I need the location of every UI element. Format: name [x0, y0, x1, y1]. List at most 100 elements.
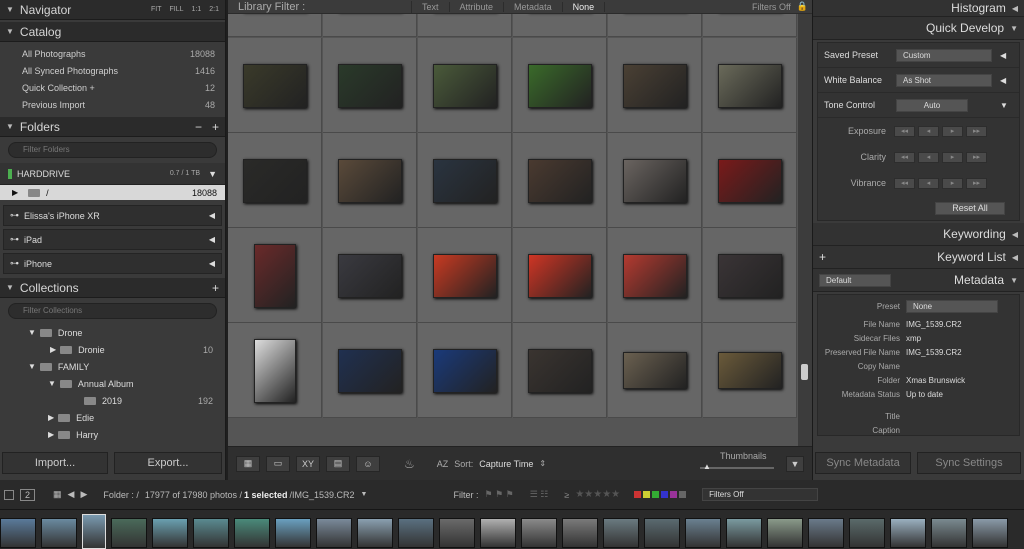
filmstrip-thumbnail[interactable]: [685, 518, 721, 548]
grid-cell[interactable]: [513, 323, 607, 418]
grid-cell[interactable]: [228, 228, 322, 323]
folders-header[interactable]: ▼ Folders − +: [0, 117, 225, 137]
plus-icon[interactable]: +: [212, 120, 219, 134]
photo-thumbnail[interactable]: [338, 63, 402, 108]
catalog-item-all-synced[interactable]: All Synced Photographs 1416: [0, 62, 225, 79]
star-rating[interactable]: ★★★★★: [575, 489, 620, 500]
keyword-list-header[interactable]: + Keyword List ◀: [813, 246, 1024, 269]
lock-icon[interactable]: 🔒: [797, 1, 808, 12]
metadata-value[interactable]: IMG_1539.CR2: [906, 320, 962, 329]
grid-cell[interactable]: [513, 14, 607, 37]
grid-cell[interactable]: [418, 133, 512, 228]
grid-cell[interactable]: [228, 14, 322, 37]
collection-drone[interactable]: ▼ Drone: [0, 324, 225, 341]
zoom-fill[interactable]: FILL: [170, 6, 184, 13]
white-balance-select[interactable]: As Shot: [896, 73, 992, 87]
metadata-value[interactable]: IMG_1539.CR2: [906, 348, 962, 357]
grid-cell[interactable]: [513, 228, 607, 323]
photo-thumbnail[interactable]: [338, 348, 402, 393]
grid-cell[interactable]: [228, 133, 322, 228]
forward-arrow-icon[interactable]: ▶: [80, 489, 87, 500]
collection-harry[interactable]: ▶ Harry: [0, 426, 225, 443]
grid-cell[interactable]: [703, 133, 797, 228]
vibrance-double-down-button[interactable]: ◂◂: [894, 177, 915, 189]
filmstrip-thumbnail[interactable]: [849, 518, 885, 548]
triangle-left-icon[interactable]: ◀: [1000, 76, 1006, 85]
sort-select[interactable]: Capture Time: [479, 459, 533, 469]
filter-tab-metadata[interactable]: Metadata: [504, 1, 563, 12]
filmstrip-thumbnail[interactable]: [644, 518, 680, 548]
photo-thumbnail[interactable]: [623, 253, 687, 298]
metadata-value[interactable]: xmp: [906, 334, 921, 343]
compare-view-icon[interactable]: XY: [296, 455, 320, 472]
secondary-window-button[interactable]: 2: [20, 488, 36, 501]
exposure-up-button[interactable]: ▸: [942, 125, 963, 137]
filmstrip-thumbnail[interactable]: [275, 518, 311, 548]
exposure-double-up-button[interactable]: ▸▸: [966, 125, 987, 137]
plus-icon[interactable]: +: [212, 281, 219, 295]
grid-cell[interactable]: [608, 38, 702, 133]
grid-view-icon[interactable]: ▦: [236, 455, 260, 472]
photo-thumbnail[interactable]: [623, 352, 687, 389]
catalog-item-quick-collection[interactable]: Quick Collection + 12: [0, 79, 225, 96]
volume-harddrive[interactable]: HARDDRIVE 0.7 / 1 TB ▼: [0, 163, 225, 185]
thumbnail-size-slider[interactable]: [700, 466, 774, 469]
plus-icon[interactable]: +: [819, 250, 826, 264]
photo-thumbnail[interactable]: [243, 63, 307, 108]
color-label-filter[interactable]: [634, 490, 688, 500]
photo-thumbnail[interactable]: [528, 63, 592, 108]
filmstrip-thumbnail[interactable]: [726, 518, 762, 548]
catalog-item-all-photographs[interactable]: All Photographs 18088: [0, 45, 225, 62]
grid-cell[interactable]: [418, 228, 512, 323]
grid-cell[interactable]: [418, 14, 512, 37]
auto-tone-button[interactable]: Auto: [896, 98, 968, 112]
grid-cell[interactable]: [323, 133, 417, 228]
triangle-left-icon[interactable]: ◀: [1000, 51, 1006, 60]
grid-cell[interactable]: [608, 228, 702, 323]
grid-cell[interactable]: [608, 323, 702, 418]
sync-settings-button[interactable]: Sync Settings: [917, 452, 1021, 474]
zoom-1-1[interactable]: 1:1: [192, 6, 202, 13]
sort-direction-icon[interactable]: AZ: [437, 459, 449, 469]
photo-thumbnail[interactable]: [433, 348, 497, 393]
collection-edie[interactable]: ▶ Edie: [0, 409, 225, 426]
back-arrow-icon[interactable]: ◀: [68, 489, 75, 500]
filmstrip-thumbnail[interactable]: [767, 518, 803, 548]
device-ipad[interactable]: ⊶ iPad ◀: [3, 229, 222, 250]
navigator-header[interactable]: ▼ Navigator FIT FILL 1:1 2:1: [0, 0, 225, 20]
filmstrip-thumbnail[interactable]: [316, 518, 352, 548]
photo-thumbnail[interactable]: [528, 348, 592, 393]
grid-cell[interactable]: [323, 38, 417, 133]
zoom-2-1[interactable]: 2:1: [209, 6, 219, 13]
collection-annual-album[interactable]: ▼ Annual Album: [0, 375, 225, 392]
metadata-value[interactable]: Xmas Brunswick: [906, 376, 965, 385]
minus-icon[interactable]: −: [195, 120, 202, 134]
reset-all-button[interactable]: Reset All: [935, 201, 1005, 215]
filmstrip-thumbnail[interactable]: [111, 518, 147, 548]
zoom-fit[interactable]: FIT: [151, 6, 162, 13]
photo-thumbnail[interactable]: [528, 158, 592, 203]
triangle-down-icon[interactable]: ▼: [1000, 101, 1008, 110]
saved-preset-select[interactable]: Custom: [896, 48, 992, 62]
survey-view-icon[interactable]: ▤: [326, 455, 350, 472]
photo-thumbnail[interactable]: [254, 243, 296, 308]
photo-thumbnail[interactable]: [623, 158, 687, 203]
grid-cell[interactable]: [703, 228, 797, 323]
filmstrip-thumbnail[interactable]: [82, 514, 106, 549]
folder-filter-input[interactable]: Filter Folders: [8, 142, 217, 158]
exposure-down-button[interactable]: ◂: [918, 125, 939, 137]
collection-family[interactable]: ▼ FAMILY: [0, 358, 225, 375]
photo-thumbnail[interactable]: [718, 352, 782, 389]
collection-dronie[interactable]: ▶ Dronie 10: [0, 341, 225, 358]
vibrance-down-button[interactable]: ◂: [918, 177, 939, 189]
collection-2019[interactable]: 2019 192: [0, 392, 225, 409]
photo-thumbnail[interactable]: [254, 338, 296, 403]
edit-filter-icon[interactable]: ☰ ☷: [530, 489, 549, 500]
slider-handle-icon[interactable]: ▲: [703, 462, 711, 471]
grid-icon[interactable]: ▦: [53, 489, 62, 500]
import-button[interactable]: Import...: [2, 452, 108, 474]
filmstrip-thumbnail[interactable]: [890, 518, 926, 548]
collections-header[interactable]: ▼ Collections +: [0, 278, 225, 298]
clarity-down-button[interactable]: ◂: [918, 151, 939, 163]
clarity-double-up-button[interactable]: ▸▸: [966, 151, 987, 163]
